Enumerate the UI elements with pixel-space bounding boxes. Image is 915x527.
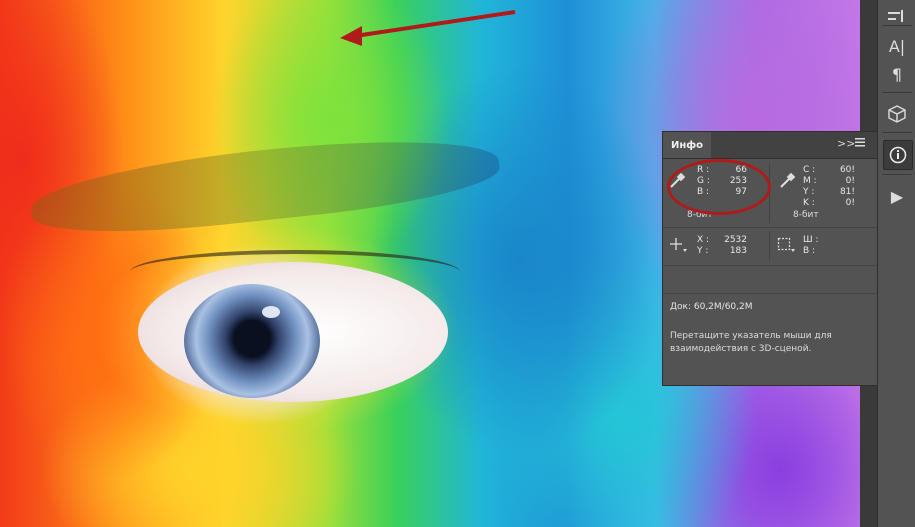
paragraph-icon[interactable]: ¶ bbox=[883, 60, 911, 88]
strip-divider bbox=[882, 174, 912, 175]
eyedropper-cmyk-icon[interactable] bbox=[779, 172, 796, 192]
crosshair-icon bbox=[669, 237, 687, 256]
value-c: 60! bbox=[839, 165, 855, 175]
document-size: Док: 60,2M/60,2M bbox=[670, 302, 753, 312]
3d-cube-icon[interactable] bbox=[883, 100, 911, 128]
annotation-circle bbox=[667, 159, 771, 215]
label-y-pos: Y : bbox=[697, 246, 709, 256]
label-k: K : bbox=[803, 198, 815, 208]
label-width: Ш : bbox=[803, 235, 819, 245]
tab-info[interactable]: Инфо bbox=[663, 132, 711, 158]
label-m: M : bbox=[803, 176, 817, 186]
value-y-pos: 183 bbox=[729, 246, 747, 256]
divider bbox=[663, 265, 877, 266]
strip-divider bbox=[882, 132, 912, 133]
divider bbox=[663, 227, 877, 228]
cmyk-bit-depth: 8-бит bbox=[793, 210, 819, 220]
divider bbox=[663, 293, 877, 294]
label-height: В : bbox=[803, 246, 816, 256]
value-y: 81! bbox=[839, 187, 855, 197]
strip-divider bbox=[882, 25, 912, 26]
info-icon[interactable] bbox=[883, 140, 913, 170]
value-k: 0! bbox=[845, 198, 855, 208]
play-actions-icon[interactable]: ▶ bbox=[883, 182, 911, 210]
strip-divider bbox=[882, 92, 912, 93]
label-y: Y : bbox=[803, 187, 815, 197]
value-m: 0! bbox=[845, 176, 855, 186]
panel-dock-strip: A| ¶ ▶ bbox=[877, 0, 915, 527]
status-hint: Перетащите указатель мыши для взаимодейс… bbox=[670, 331, 832, 354]
label-c: C : bbox=[803, 165, 816, 175]
value-x: 2532 bbox=[724, 235, 747, 245]
panel-header: Инфо >> bbox=[663, 132, 877, 159]
divider bbox=[769, 231, 770, 261]
label-x: X : bbox=[697, 235, 710, 245]
character-icon[interactable]: A| bbox=[883, 32, 911, 60]
selection-size-icon bbox=[777, 237, 795, 256]
hamburger-menu-icon[interactable] bbox=[853, 135, 867, 152]
